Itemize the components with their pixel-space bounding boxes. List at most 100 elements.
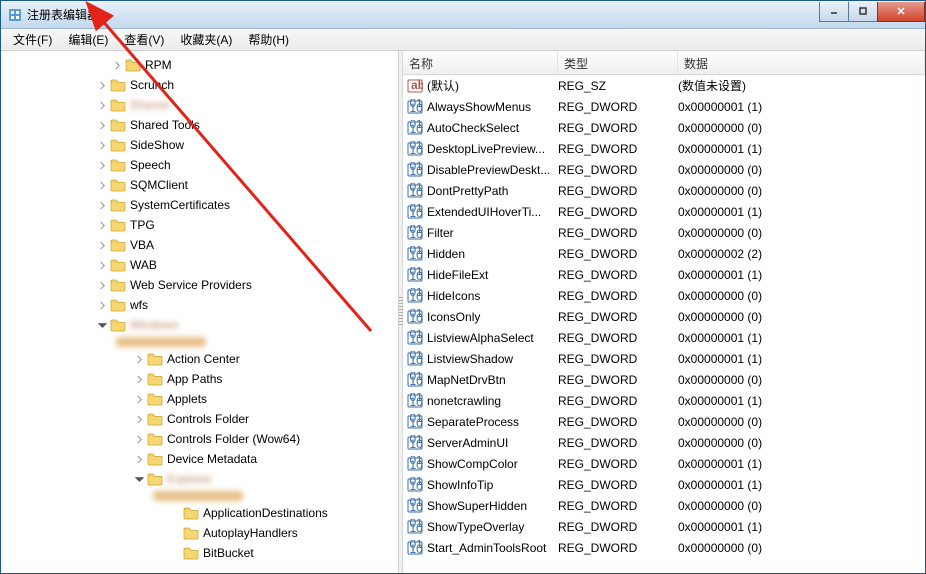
tree-label: WAB — [130, 258, 157, 272]
list-row[interactable]: ListviewShadowREG_DWORD0x00000001 (1) — [403, 348, 925, 369]
tree-item[interactable]: AutoplayHandlers — [1, 523, 398, 543]
tree-item[interactable]: wfs — [1, 295, 398, 315]
tree-item[interactable]: ApplicationDestinations — [1, 503, 398, 523]
expander-icon[interactable] — [96, 179, 108, 191]
tree-item[interactable]: Shared — [1, 95, 398, 115]
expander-icon[interactable] — [133, 413, 145, 425]
list-row[interactable]: DisablePreviewDeskt...REG_DWORD0x0000000… — [403, 159, 925, 180]
list-row[interactable]: nonetcrawlingREG_DWORD0x00000001 (1) — [403, 390, 925, 411]
list-row[interactable]: ShowSuperHiddenREG_DWORD0x00000000 (0) — [403, 495, 925, 516]
menu-view[interactable]: 查看(V) — [116, 29, 172, 50]
expander-icon[interactable] — [133, 393, 145, 405]
expander-icon[interactable] — [133, 453, 145, 465]
expander-icon[interactable] — [96, 219, 108, 231]
expander-icon[interactable] — [169, 547, 181, 559]
tree-item[interactable]: Action Center — [1, 349, 398, 369]
list-row[interactable]: MapNetDrvBtnREG_DWORD0x00000000 (0) — [403, 369, 925, 390]
tree-item[interactable]: Web Service Providers — [1, 275, 398, 295]
expander-icon[interactable] — [96, 259, 108, 271]
tree-item[interactable]: RPM — [1, 55, 398, 75]
tree-item[interactable]: Windows — [1, 315, 398, 335]
tree-label: Action Center — [167, 352, 240, 366]
expander-icon[interactable] — [133, 373, 145, 385]
folder-icon — [183, 546, 199, 560]
expander-icon[interactable] — [111, 59, 123, 71]
list-row[interactable]: ExtendedUIHoverTi...REG_DWORD0x00000001 … — [403, 201, 925, 222]
col-name[interactable]: 名称 — [403, 51, 558, 74]
minimize-button[interactable] — [819, 2, 849, 22]
tree-item[interactable]: TPG — [1, 215, 398, 235]
title-bar[interactable]: 注册表编辑器 — [1, 1, 925, 29]
cell-data: 0x00000001 (1) — [678, 268, 898, 282]
tree-item[interactable]: VBA — [1, 235, 398, 255]
list-row[interactable]: AlwaysShowMenusREG_DWORD0x00000001 (1) — [403, 96, 925, 117]
menu-file[interactable]: 文件(F) — [5, 29, 60, 50]
list-row[interactable]: SeparateProcessREG_DWORD0x00000000 (0) — [403, 411, 925, 432]
folder-icon — [147, 412, 163, 426]
list-row[interactable]: (默认)REG_SZ(数值未设置) — [403, 75, 925, 96]
value-bin-icon — [407, 414, 423, 430]
list-row[interactable]: ShowCompColorREG_DWORD0x00000001 (1) — [403, 453, 925, 474]
expander-icon[interactable] — [96, 99, 108, 111]
expander-icon[interactable] — [133, 433, 145, 445]
expander-icon[interactable] — [96, 239, 108, 251]
list-row[interactable]: DontPrettyPathREG_DWORD0x00000000 (0) — [403, 180, 925, 201]
tree-scroll[interactable]: RPMScrunchSharedShared ToolsSideShowSpee… — [1, 51, 398, 573]
expander-icon[interactable] — [96, 279, 108, 291]
expander-icon[interactable] — [96, 119, 108, 131]
list-row[interactable]: Start_AdminToolsRootREG_DWORD0x00000000 … — [403, 537, 925, 558]
menu-edit[interactable]: 编辑(E) — [60, 29, 116, 50]
expander-icon[interactable] — [96, 199, 108, 211]
list-row[interactable]: DesktopLivePreview...REG_DWORD0x00000001… — [403, 138, 925, 159]
list-row[interactable]: ShowTypeOverlayREG_DWORD0x00000001 (1) — [403, 516, 925, 537]
list-row[interactable]: HideIconsREG_DWORD0x00000000 (0) — [403, 285, 925, 306]
tree-item[interactable]: SideShow — [1, 135, 398, 155]
expander-icon[interactable] — [96, 159, 108, 171]
tree-item[interactable]: Device Metadata — [1, 449, 398, 469]
tree-item[interactable]: Explorer — [1, 469, 398, 489]
tree-item[interactable]: Controls Folder (Wow64) — [1, 429, 398, 449]
cell-name: ShowSuperHidden — [427, 499, 558, 513]
menu-help[interactable]: 帮助(H) — [240, 29, 297, 50]
tree-item[interactable]: Shared Tools — [1, 115, 398, 135]
expander-icon[interactable] — [169, 507, 181, 519]
tree-item[interactable]: App Paths — [1, 369, 398, 389]
tree-label: AutoplayHandlers — [203, 526, 298, 540]
list-row[interactable]: HideFileExtREG_DWORD0x00000001 (1) — [403, 264, 925, 285]
list-row[interactable]: ServerAdminUIREG_DWORD0x00000000 (0) — [403, 432, 925, 453]
tree-item[interactable]: Controls Folder — [1, 409, 398, 429]
expander-icon[interactable] — [96, 319, 108, 331]
cell-data: 0x00000002 (2) — [678, 247, 898, 261]
tree-item[interactable]: Scrunch — [1, 75, 398, 95]
tree-item[interactable]: Speech — [1, 155, 398, 175]
col-type[interactable]: 类型 — [558, 51, 678, 74]
list-row[interactable]: HiddenREG_DWORD0x00000002 (2) — [403, 243, 925, 264]
expander-icon[interactable] — [96, 79, 108, 91]
list-row[interactable]: FilterREG_DWORD0x00000000 (0) — [403, 222, 925, 243]
expander-icon[interactable] — [133, 473, 145, 485]
tree-item[interactable]: Applets — [1, 389, 398, 409]
menu-favorites[interactable]: 收藏夹(A) — [172, 29, 240, 50]
expander-icon[interactable] — [96, 139, 108, 151]
list-row[interactable]: IconsOnlyREG_DWORD0x00000000 (0) — [403, 306, 925, 327]
close-button[interactable] — [877, 2, 925, 22]
list-row[interactable]: ListviewAlphaSelectREG_DWORD0x00000001 (… — [403, 327, 925, 348]
folder-icon — [110, 198, 126, 212]
value-bin-icon — [407, 267, 423, 283]
expander-icon[interactable] — [96, 299, 108, 311]
col-data[interactable]: 数据 — [678, 51, 925, 74]
tree-label: Applets — [167, 392, 207, 406]
list-row[interactable]: AutoCheckSelectREG_DWORD0x00000000 (0) — [403, 117, 925, 138]
tree-item[interactable]: SystemCertificates — [1, 195, 398, 215]
cell-data: 0x00000001 (1) — [678, 331, 898, 345]
maximize-button[interactable] — [848, 2, 878, 22]
expander-icon[interactable] — [133, 353, 145, 365]
list-row[interactable]: ShowInfoTipREG_DWORD0x00000001 (1) — [403, 474, 925, 495]
expander-icon[interactable] — [169, 527, 181, 539]
list-pane: 名称 类型 数据 (默认)REG_SZ(数值未设置)AlwaysShowMenu… — [403, 51, 925, 573]
list-body[interactable]: (默认)REG_SZ(数值未设置)AlwaysShowMenusREG_DWOR… — [403, 75, 925, 573]
tree-item[interactable]: WAB — [1, 255, 398, 275]
cell-type: REG_DWORD — [558, 142, 678, 156]
tree-item[interactable]: SQMClient — [1, 175, 398, 195]
tree-item[interactable]: BitBucket — [1, 543, 398, 563]
